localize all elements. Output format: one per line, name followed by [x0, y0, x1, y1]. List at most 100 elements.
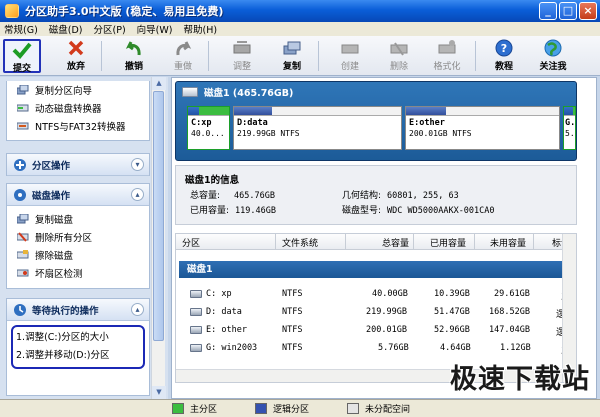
- drive-icon: [190, 308, 202, 316]
- disk-ops-icon: [14, 188, 26, 201]
- help-icon: ?: [495, 39, 513, 57]
- partition-ops-header[interactable]: 分区操作 ▾: [7, 154, 149, 176]
- partition-card-c[interactable]: C:xp 40.0...: [187, 106, 230, 150]
- create-button[interactable]: 创建: [331, 39, 369, 73]
- scroll-down-arrow-icon[interactable]: ▼: [152, 386, 166, 399]
- geometry: 几何结构: 60801, 255, 63: [342, 191, 459, 201]
- sidebar-item-bad-sector-check[interactable]: 坏扇区检测: [7, 264, 149, 282]
- col-used[interactable]: 已用容量: [430, 236, 466, 249]
- close-button[interactable]: ×: [579, 2, 597, 20]
- partition-card-e[interactable]: E:other 200.01GB NTFS: [405, 106, 560, 150]
- collapse-icon[interactable]: ▴: [131, 188, 144, 201]
- apply-button[interactable]: 提交: [3, 39, 41, 74]
- discard-icon: [68, 40, 84, 56]
- sidebar-scroll-thumb[interactable]: [153, 91, 164, 341]
- delete-button[interactable]: 删除: [380, 39, 418, 73]
- copy-button[interactable]: 复制: [273, 39, 311, 73]
- legend-primary: 主分区: [172, 402, 217, 415]
- maximize-button[interactable]: □: [559, 2, 577, 20]
- watermark-logo: 极速下载站: [450, 364, 590, 395]
- resize-button[interactable]: 调整: [223, 39, 261, 73]
- pending-ops-panel: 等待执行的操作 ▴ 1.调整(C:)分区的大小 2.调整并移动(D:)分区: [6, 298, 150, 396]
- menu-wizard[interactable]: 向导(W): [137, 22, 173, 36]
- disk-icon: [182, 87, 198, 97]
- pending-ops-header[interactable]: 等待执行的操作 ▴: [7, 299, 149, 321]
- legend-swatch: [347, 403, 360, 414]
- sidebar-item-wipe-disk[interactable]: 擦除磁盘: [7, 246, 149, 264]
- wipe-disk-icon: [17, 250, 29, 259]
- table-header: 分区 文件系统 总容量 已用容量 未用容量 标记: [176, 234, 576, 250]
- disk-ops-header[interactable]: 磁盘操作 ▴: [7, 184, 149, 206]
- partition-ops-icon: [14, 158, 26, 171]
- disk-info-panel: 磁盘1的信息 总容量: 465.76GB 已用容量: 119.46GB 几何结构: 6…: [175, 165, 577, 225]
- total-capacity: 总容量: 465.76GB: [190, 191, 275, 201]
- delete-icon: [390, 42, 408, 56]
- legend-swatch: [172, 403, 184, 414]
- legend-unallocated: 未分配空间: [347, 402, 410, 415]
- col-free[interactable]: 未用容量: [490, 236, 526, 249]
- used-capacity: 已用容量: 119.46GB: [190, 206, 276, 216]
- format-button[interactable]: 格式化: [428, 39, 466, 73]
- usage-bar: [406, 107, 446, 115]
- table-row[interactable]: C: xp NTFS 40.00GB 10.39GB 29.61GB 主: [176, 285, 578, 303]
- sidebar-item-delete-all-partitions[interactable]: 删除所有分区: [7, 228, 149, 246]
- bad-sector-icon: [17, 269, 29, 277]
- pending-op-item[interactable]: 1.调整(C:)分区的大小: [16, 329, 140, 347]
- menu-partition[interactable]: 分区(P): [94, 22, 126, 36]
- sidebar-item-ntfs-fat32-converter[interactable]: NTFS与FAT32转换器: [7, 117, 149, 135]
- disk-map-title: 磁盘1 (465.76GB): [204, 88, 294, 99]
- expand-icon[interactable]: ▾: [131, 158, 144, 171]
- pending-op-item[interactable]: 2.调整并移动(D:)分区: [16, 347, 140, 365]
- table-row[interactable]: E: other NTFS 200.01GB 52.96GB 147.04GB …: [176, 321, 578, 339]
- app-logo-icon: [5, 4, 19, 18]
- sidebar-item-copy-partition-wizard[interactable]: 复制分区向导: [7, 81, 149, 99]
- menu-disk[interactable]: 磁盘(D): [49, 22, 83, 36]
- legend-logical: 逻辑分区: [255, 402, 309, 415]
- delete-partitions-icon: [17, 232, 29, 242]
- col-total[interactable]: 总容量: [382, 236, 409, 249]
- redo-icon: [176, 41, 192, 56]
- title-bar: 分区助手3.0中文版 (稳定、易用且免费) _ □ ×: [0, 0, 600, 22]
- sidebar-item-copy-disk[interactable]: 复制磁盘: [7, 210, 149, 228]
- drive-icon: [190, 290, 202, 298]
- create-icon: [341, 44, 359, 54]
- redo-button[interactable]: 重做: [164, 39, 202, 73]
- partition-card-g[interactable]: G. 5...: [563, 106, 576, 150]
- menu-bar: 常规(G) 磁盘(D) 分区(P) 向导(W) 帮助(H): [0, 22, 600, 36]
- window-title: 分区助手3.0中文版 (稳定、易用且免费): [25, 5, 224, 18]
- follow-me-button[interactable]: 关注我: [534, 39, 572, 73]
- undo-icon: [125, 41, 141, 56]
- partition-card-d[interactable]: D:data 219.99GB NTFS: [233, 106, 402, 150]
- pending-ops-list: 1.调整(C:)分区的大小 2.调整并移动(D:)分区: [11, 325, 145, 369]
- table-row[interactable]: D: data NTFS 219.99GB 51.47GB 168.52GB 逻…: [176, 303, 578, 321]
- discard-button[interactable]: 放弃: [57, 39, 95, 73]
- undo-button[interactable]: 撤销: [115, 39, 153, 73]
- status-bar: 主分区 逻辑分区 未分配空间: [0, 399, 600, 417]
- usage-bar: [564, 107, 573, 115]
- sidebar-item-dynamic-disk-converter[interactable]: 动态磁盘转换器: [7, 99, 149, 117]
- drive-icon: [190, 326, 202, 334]
- globe-icon: [544, 39, 562, 57]
- sidebar-scrollbar[interactable]: ▲ ▼: [151, 77, 166, 399]
- disk-row[interactable]: 磁盘1: [179, 261, 575, 278]
- menu-help[interactable]: 帮助(H): [183, 22, 217, 36]
- disk-info-title: 磁盘1的信息: [185, 175, 240, 186]
- collapse-icon[interactable]: ▴: [131, 303, 144, 316]
- sidebar: 复制分区向导 动态磁盘转换器 NTFS与FAT32转换器 分区操作 ▾ 磁盘操作…: [0, 77, 168, 399]
- copy-disk-icon: [17, 214, 29, 224]
- copy-icon: [283, 41, 301, 55]
- scroll-up-arrow-icon[interactable]: ▲: [152, 77, 166, 90]
- copy-partition-icon: [17, 85, 29, 95]
- col-filesystem[interactable]: 文件系统: [282, 236, 318, 249]
- converter-icon: [17, 122, 29, 130]
- col-partition[interactable]: 分区: [182, 236, 200, 249]
- usage-bar: [188, 107, 199, 115]
- table-row[interactable]: G: win2003 NTFS 5.76GB 4.64GB 1.12GB 主: [176, 339, 578, 357]
- menu-general[interactable]: 常规(G): [4, 22, 38, 36]
- tutorial-button[interactable]: ? 教程: [485, 39, 523, 73]
- minimize-button[interactable]: _: [539, 2, 557, 20]
- usage-bar: [234, 107, 273, 115]
- main-panel: 磁盘1 (465.76GB) C:xp 40.0... D:data 219.9…: [171, 77, 597, 399]
- format-icon: [438, 40, 456, 54]
- disk-map: 磁盘1 (465.76GB) C:xp 40.0... D:data 219.9…: [175, 81, 577, 161]
